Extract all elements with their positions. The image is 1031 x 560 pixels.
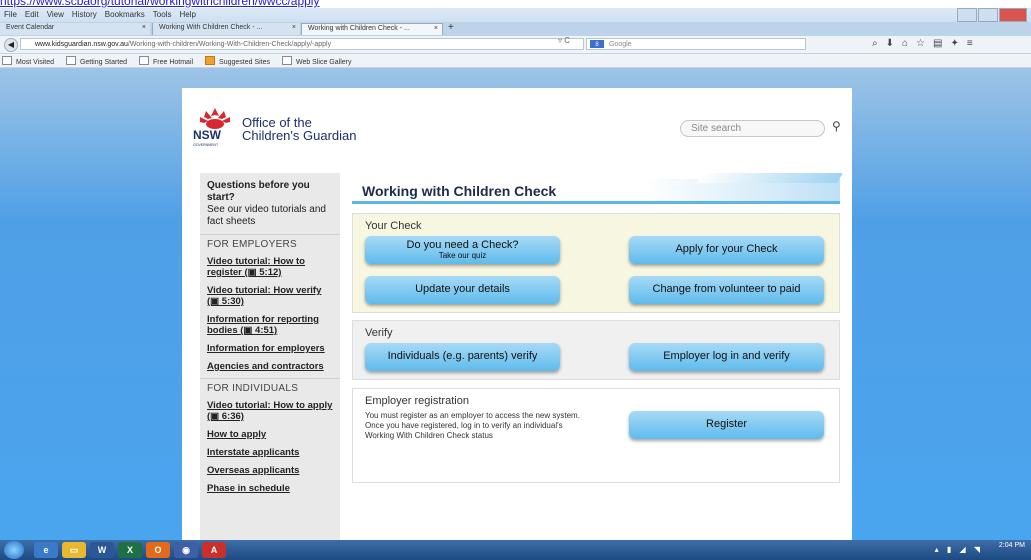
browser-window: File Edit View History Bookmarks Tools Help Ev… [0,8,1031,540]
individuals-heading: FOR INDIVIDUALS [200,378,340,398]
verify-section: Verify Individuals (e.g. parents) verify… [352,320,840,380]
web-page: NSW GOVERNMENT Office of the Children's … [182,88,852,540]
registration-instructions: You must register as an employer to acce… [365,411,580,440]
search-icon[interactable]: ⌕ [872,38,878,49]
link-video-verify[interactable]: Video tutorial: How verify (▣ 5:30) [200,283,340,309]
link-overseas-applicants[interactable]: Overseas applicants [200,463,340,478]
clock[interactable]: 2:04 PM [999,542,1025,550]
bookmark-free-hotmail[interactable]: Free Hotmail [137,54,201,66]
register-button[interactable]: Register [629,411,824,439]
employers-heading: FOR EMPLOYERS [200,234,340,254]
menu-tools[interactable]: Tools [149,8,176,21]
site-search-input[interactable]: Site search [680,120,825,137]
employer-registration-heading: Employer registration [365,395,469,407]
browser-search-input[interactable]: 8 Google [586,38,806,50]
nsw-waratah-logo-icon[interactable]: NSW GOVERNMENT [192,106,238,148]
word-taskbar-icon[interactable]: W [90,542,114,558]
apply-check-button[interactable]: Apply for your Check [629,236,824,264]
close-tab-icon[interactable]: × [142,24,146,31]
new-tab-button[interactable]: + [448,22,454,33]
reload-icon[interactable]: ▿ C [558,36,570,45]
link-video-apply[interactable]: Video tutorial: How to apply (▣ 6:36) [200,398,340,424]
minimize-button[interactable] [957,8,977,22]
link-agencies-contractors[interactable]: Agencies and contractors [200,359,340,374]
menu-icon[interactable]: ≡ [967,38,973,49]
search-icon[interactable]: ⚲ [832,119,841,133]
link-reporting-bodies[interactable]: Information for reporting bodies (▣ 4:51… [200,312,340,338]
link-video-register[interactable]: Video tutorial: How to register (▣ 5:12) [200,254,340,280]
menu-edit[interactable]: Edit [21,8,43,21]
employer-registration-section: Employer registration You must register … [352,388,840,483]
close-tab-icon[interactable]: × [292,24,296,31]
link-how-to-apply[interactable]: How to apply [200,427,340,442]
page-icon [139,56,149,65]
your-check-heading: Your Check [365,220,422,232]
svg-text:GOVERNMENT: GOVERNMENT [193,143,219,147]
bookmark-getting-started[interactable]: Getting Started [64,54,135,66]
menu-view[interactable]: View [43,8,68,21]
svg-text:NSW: NSW [193,128,222,142]
window-controls [956,8,1027,22]
star-icon[interactable]: ☆ [916,38,925,49]
toolbar-icons: ⌕ ⬇ ⌂ ☆ ▤ ✦ ≡ [872,38,973,49]
page-title-banner: Working with Children Check [352,173,843,204]
menu-history[interactable]: History [68,8,101,21]
org-name[interactable]: Office of the Children's Guardian [242,116,357,142]
need-check-button[interactable]: Do you need a Check? Take our quiz [365,236,560,264]
tab-event-calendar[interactable]: Event Calendar × [0,23,150,35]
left-sidebar: Questions before you start? See our vide… [200,173,340,540]
system-tray-icons[interactable]: ▴ ▮ ◢ ◥ [935,545,983,554]
bookmark-web-slice-gallery[interactable]: Web Slice Gallery [280,54,360,66]
firefox-taskbar-icon[interactable]: ◉ [174,542,198,558]
top-url-fragment: https://www.scbaorg/tutorial/workingwith… [0,0,1031,8]
suggested-sites-icon [205,56,216,65]
link-info-employers[interactable]: Information for employers [200,341,340,356]
page-icon [281,56,292,65]
menu-help[interactable]: Help [175,8,199,21]
your-check-section: Your Check Do you need a Check? Take our… [352,213,840,313]
bookmarks-icon[interactable]: ▤ [933,38,942,49]
tab-wwcc-active[interactable]: Working with Children Check - ... × [301,23,443,35]
addon-icon[interactable]: ✦ [950,38,958,49]
bookmarks-bar: Most Visited Getting Started Free Hotmai… [0,54,1031,68]
search-engine-icon[interactable]: 8 [590,40,604,48]
bookmark-most-visited[interactable]: Most Visited [0,54,62,66]
close-tab-icon[interactable]: × [434,25,438,32]
link-phase-in-schedule[interactable]: Phase in schedule [200,481,340,496]
tab-bar: Event Calendar × Working With Children Ch… [0,22,1031,36]
menu-bookmarks[interactable]: Bookmarks [101,8,149,21]
page-icon [65,56,76,65]
bookmark-suggested-sites[interactable]: Suggested Sites [203,54,278,66]
change-volunteer-paid-button[interactable]: Change from volunteer to paid [629,276,824,304]
main-content: Working with Children Check Your Check D… [352,173,843,540]
menu-file[interactable]: File [0,8,21,21]
tab-wwcc-1[interactable]: Working With Children Check - ... × [152,23,300,35]
navigation-bar: ◀ www.kidsguardian.nsw.gov.au/Working-wi… [0,36,1031,54]
start-button[interactable] [4,541,24,559]
menu-bar: File Edit View History Bookmarks Tools Help [0,8,1031,22]
address-bar[interactable]: www.kidsguardian.nsw.gov.au/Working-with… [20,38,584,50]
banner-decoration [697,173,843,183]
verify-heading: Verify [365,327,393,339]
folder-taskbar-icon[interactable]: ▭ [62,542,86,558]
page-title: Working with Children Check [362,183,557,199]
download-icon[interactable]: ⬇ [886,38,894,49]
close-window-button[interactable] [999,8,1027,22]
home-icon[interactable]: ⌂ [902,38,908,49]
excel-taskbar-icon[interactable]: X [118,542,142,558]
back-arrow-icon[interactable]: ◀ [4,38,18,52]
individuals-verify-button[interactable]: Individuals (e.g. parents) verify [365,343,560,371]
ie-taskbar-icon[interactable]: e [34,542,58,558]
sidebar-intro[interactable]: Questions before you start? See our vide… [200,173,340,234]
acrobat-taskbar-icon[interactable]: A [202,542,226,558]
folder-icon [2,56,12,65]
update-details-button[interactable]: Update your details [365,276,560,304]
link-interstate-applicants[interactable]: Interstate applicants [200,445,340,460]
maximize-button[interactable] [978,8,998,22]
outlook-taskbar-icon[interactable]: O [146,542,170,558]
employer-login-verify-button[interactable]: Employer log in and verify [629,343,824,371]
windows-taskbar: e ▭ W X O ◉ A ▴ ▮ ◢ ◥ 2:04 PM [0,540,1031,560]
